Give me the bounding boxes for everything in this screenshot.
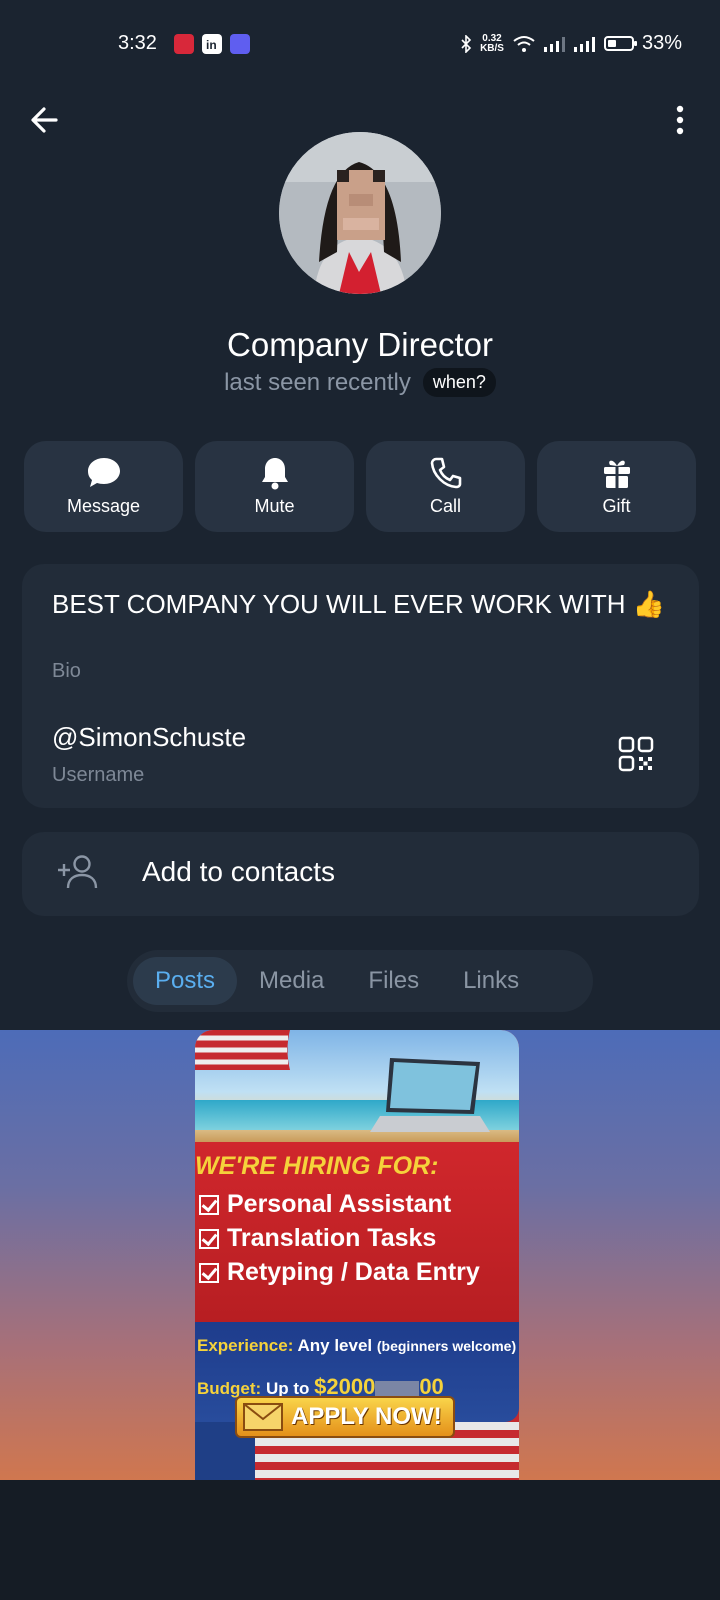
- gift-icon: [603, 460, 630, 488]
- tab-files[interactable]: Files: [346, 957, 441, 1005]
- hiring-item: Translation Tasks: [199, 1224, 436, 1253]
- status-icons: 0.32 KB/S 33%: [460, 32, 682, 55]
- envelope-icon: [243, 1403, 283, 1431]
- call-label: Call: [429, 496, 461, 516]
- username-text[interactable]: @SimonSchuste: [52, 722, 246, 753]
- hiring-item-label: Personal Assistant: [227, 1190, 452, 1218]
- phone-icon: [430, 457, 461, 489]
- experience-note: (beginners welcome): [376, 1338, 517, 1354]
- svg-text:in: in: [206, 38, 217, 52]
- add-user-icon: [58, 855, 98, 889]
- avatar-image: [279, 132, 441, 294]
- battery-icon: [603, 36, 637, 51]
- profile-info-card: BEST COMPANY YOU WILL EVER WORK WITH 👍 B…: [22, 564, 699, 808]
- checkbox-icon: [199, 1228, 219, 1249]
- more-vertical-icon: [676, 105, 684, 135]
- speed-value: 0.32: [482, 32, 502, 44]
- call-button[interactable]: Call: [366, 441, 525, 532]
- tab-links[interactable]: Links: [441, 957, 541, 1005]
- checkbox-icon: [199, 1262, 219, 1283]
- action-buttons: Message Mute Call Gift: [24, 441, 696, 532]
- battery-percent: 33%: [641, 32, 682, 54]
- last-seen-row: last seen recently when?: [0, 368, 720, 397]
- status-bar: 3:32 in 0.32 KB/S 33%: [0, 20, 720, 70]
- apply-now-label: APPLY NOW!: [291, 1403, 442, 1430]
- post-image[interactable]: WE'RE HIRING FOR: Personal Assistant Tra…: [195, 1030, 519, 1480]
- hiring-item-label: Translation Tasks: [227, 1224, 437, 1252]
- last-seen-text: last seen recently: [224, 368, 411, 396]
- tab-posts[interactable]: Posts: [133, 957, 238, 1005]
- experience-key: Experience:: [197, 1336, 294, 1355]
- apply-now-banner: APPLY NOW!: [235, 1396, 455, 1438]
- qr-code-button[interactable]: [618, 736, 654, 772]
- mute-label: Mute: [254, 496, 295, 516]
- message-button[interactable]: Message: [24, 441, 183, 532]
- when-button[interactable]: when?: [422, 368, 496, 397]
- bio-text[interactable]: BEST COMPANY YOU WILL EVER WORK WITH 👍: [52, 586, 672, 622]
- username-label: Username: [52, 764, 145, 786]
- gift-label: Gift: [602, 496, 631, 516]
- back-arrow-icon: [31, 107, 58, 133]
- status-time: 3:32: [118, 32, 157, 54]
- hiring-item: Retyping / Data Entry: [199, 1258, 480, 1287]
- signal-icon-1: [543, 36, 565, 52]
- linkedin-icon: in: [202, 34, 222, 54]
- message-icon: [87, 458, 120, 487]
- hiring-item-label: Retyping / Data Entry: [227, 1258, 480, 1286]
- checkbox-icon: [199, 1194, 219, 1215]
- message-label: Message: [66, 496, 141, 516]
- signal-icon-2: [573, 36, 595, 52]
- post-media-strip: WE'RE HIRING FOR: Personal Assistant Tra…: [0, 1030, 720, 1480]
- tab-media[interactable]: Media: [237, 957, 346, 1005]
- bluetooth-icon: [461, 34, 472, 53]
- profile-name: Company Director: [227, 326, 493, 363]
- experience-line: Experience: Any level (beginners welcome…: [197, 1336, 516, 1356]
- us-flag-corner: [195, 1030, 290, 1070]
- weather-app-icon: [230, 34, 250, 54]
- speed-unit: KB/S: [480, 42, 504, 54]
- hiring-item: Personal Assistant: [199, 1190, 451, 1219]
- laptop-image: [370, 1058, 490, 1132]
- mute-button[interactable]: Mute: [195, 441, 354, 532]
- add-to-contacts-button[interactable]: Add to contacts: [22, 832, 699, 916]
- hiring-title: WE'RE HIRING FOR:: [195, 1152, 439, 1180]
- qr-code-icon: [618, 736, 654, 772]
- add-to-contacts-label: Add to contacts: [142, 856, 336, 887]
- more-options-button[interactable]: [660, 100, 700, 140]
- profile-tabs: Posts Media Files Links: [127, 950, 593, 1012]
- experience-value: Any level: [297, 1336, 373, 1355]
- notification-app-icon: [174, 34, 194, 54]
- network-speed: 0.32 KB/S: [480, 32, 504, 54]
- bell-icon: [261, 458, 288, 490]
- profile-avatar[interactable]: [279, 132, 441, 294]
- hiring-section: WE'RE HIRING FOR: Personal Assistant Tra…: [195, 1142, 519, 1322]
- bio-label: Bio: [52, 660, 81, 682]
- wifi-icon: [513, 35, 535, 52]
- gift-button[interactable]: Gift: [537, 441, 696, 532]
- back-button[interactable]: [26, 100, 66, 140]
